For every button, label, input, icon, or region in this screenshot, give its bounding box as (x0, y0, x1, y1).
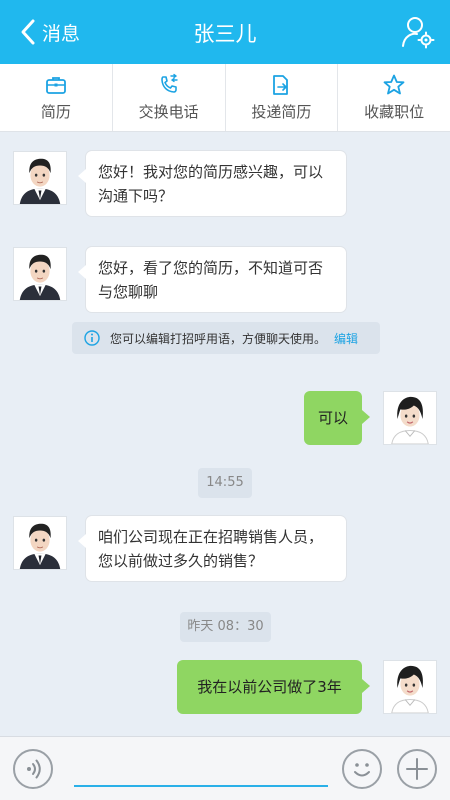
contact-avatar[interactable] (13, 247, 67, 301)
message-line: 您好！我对您的简历感兴趣，可以 (98, 163, 324, 181)
user-settings-icon[interactable] (400, 14, 436, 50)
page-title: 张三儿 (193, 22, 257, 46)
message-line: 您好，看了您的简历，不知道可否 (98, 259, 324, 277)
my-avatar[interactable] (383, 391, 437, 445)
voice-button[interactable] (13, 749, 53, 789)
contact-avatar[interactable] (13, 516, 67, 570)
message-line: 沟通下吗？ (98, 187, 174, 205)
my-avatar[interactable] (383, 660, 437, 714)
send-document-icon (273, 75, 289, 95)
phone-exchange-icon (160, 73, 178, 93)
favorite-job-button[interactable]: 收藏职位 (338, 64, 450, 131)
briefcase-icon (45, 77, 66, 94)
info-icon (84, 330, 100, 346)
timestamp: 14:55 (198, 468, 252, 498)
input-bar (0, 736, 450, 800)
message-bubble: 您好！我对您的简历感兴趣，可以 沟通下吗？ (78, 151, 346, 216)
my-message-bubble: 我在以前公司做了3年 (177, 660, 370, 714)
message-line: 您以前做过多久的销售？ (98, 552, 264, 570)
message-input[interactable] (74, 751, 328, 787)
message-bubble: 咱们公司现在正在招聘销售人员， 您以前做过多久的销售？ (78, 516, 346, 581)
message-line: 与您聊聊 (98, 283, 159, 301)
action-bar: 简历 交换电话 投递简历 收藏职位 (0, 64, 450, 132)
notice-text: 您可以编辑打招呼用语，方便聊天使用。 (110, 331, 327, 346)
resume-button[interactable]: 简历 (0, 64, 113, 131)
top-bar: 消息 张三儿 (0, 0, 450, 64)
edit-link[interactable]: 编辑 (334, 330, 358, 347)
plus-icon (406, 758, 428, 780)
star-icon (383, 74, 405, 95)
message-bubble: 您好，看了您的简历，不知道可否 与您聊聊 (78, 247, 346, 312)
exchange-phone-button[interactable]: 交换电话 (113, 64, 226, 131)
message-line: 咱们公司现在正在招聘销售人员， (98, 528, 324, 546)
timestamp: 昨天 08：30 (180, 612, 271, 642)
emoji-icon (354, 763, 370, 777)
add-button[interactable] (397, 749, 437, 789)
send-resume-label: 投递简历 (251, 103, 312, 121)
contact-avatar[interactable] (13, 151, 67, 205)
greeting-notice: 您可以编辑打招呼用语，方便聊天使用。 编辑 (72, 322, 380, 354)
voice-icon (27, 759, 41, 779)
emoji-button[interactable] (342, 749, 382, 789)
my-message-bubble: 可以 (304, 391, 370, 445)
send-resume-button[interactable]: 投递简历 (226, 64, 339, 131)
message-line: 我在以前公司做了3年 (197, 678, 342, 696)
favorite-job-label: 收藏职位 (364, 103, 425, 121)
exchange-phone-label: 交换电话 (138, 103, 199, 121)
resume-label: 简历 (40, 103, 71, 121)
message-line: 可以 (317, 409, 348, 427)
